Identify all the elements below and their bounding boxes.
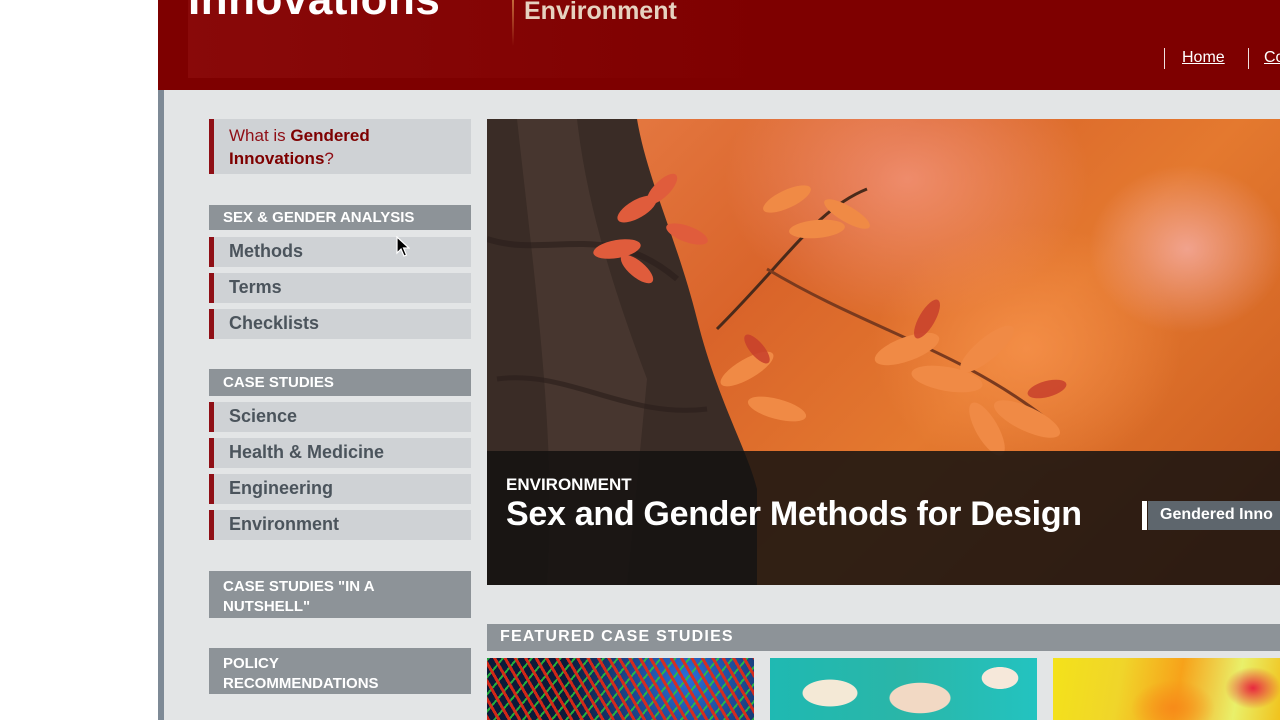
hero-category: ENVIRONMENT bbox=[506, 475, 632, 494]
sidebar-item-label: Health & Medicine bbox=[229, 442, 385, 462]
sidebar-item-terms[interactable]: Terms bbox=[209, 273, 471, 303]
site-header: Innovations Environment Home Co bbox=[158, 0, 1280, 90]
sidebar-item-label: Checklists bbox=[229, 313, 320, 333]
sidebar-item-label: Terms bbox=[229, 277, 282, 297]
hero-caption: ENVIRONMENT Sex and Gender Methods for D… bbox=[487, 451, 1280, 585]
sidebar-link-policy-recommendations[interactable]: POLICY RECOMMENDATIONS bbox=[209, 648, 471, 694]
sidebar-item-science[interactable]: Science bbox=[209, 402, 471, 432]
sidebar-item-health-medicine[interactable]: Health & Medicine bbox=[209, 438, 471, 468]
nav-link-home[interactable]: Home bbox=[1182, 49, 1225, 67]
logo-divider bbox=[512, 0, 514, 46]
intro-text: What is Gendered Innovations? bbox=[229, 124, 471, 170]
nav-separator bbox=[1164, 48, 1165, 69]
sidebar-item-label: Methods bbox=[229, 241, 303, 261]
hero-tag[interactable]: Gendered Inno bbox=[1148, 501, 1280, 530]
intro-prefix: What is bbox=[229, 126, 291, 145]
featured-thumbnail-1[interactable] bbox=[487, 658, 754, 720]
sidebar-item-label: Engineering bbox=[229, 478, 334, 498]
sidebar-item-engineering[interactable]: Engineering bbox=[209, 474, 471, 504]
page-left-rule bbox=[158, 90, 164, 720]
sidebar-item-label: Environment bbox=[229, 514, 340, 534]
section-title: Environment bbox=[524, 0, 677, 25]
sidebar-item-methods[interactable]: Methods bbox=[209, 237, 471, 267]
sidebar-item-label: Science bbox=[229, 406, 298, 426]
featured-case-studies-heading: FEATURED CASE STUDIES bbox=[487, 624, 1280, 651]
sidebar-item-environment[interactable]: Environment bbox=[209, 510, 471, 540]
featured-thumbnail-3[interactable] bbox=[1053, 658, 1280, 720]
what-is-gendered-innovations-link[interactable]: What is Gendered Innovations? bbox=[209, 119, 471, 174]
featured-thumbnail-2[interactable] bbox=[770, 658, 1037, 720]
intro-suffix: ? bbox=[324, 149, 334, 168]
hero-banner[interactable]: ENVIRONMENT Sex and Gender Methods for D… bbox=[487, 119, 1280, 585]
hero-title[interactable]: Sex and Gender Methods for Design bbox=[506, 495, 1082, 534]
sidebar-heading-sex-gender-analysis[interactable]: SEX & GENDER ANALYSIS bbox=[209, 205, 471, 230]
nav-link-contact[interactable]: Co bbox=[1264, 49, 1280, 67]
hero-tag-divider bbox=[1142, 501, 1147, 530]
site-logo[interactable]: Innovations bbox=[188, 0, 440, 22]
sidebar-item-checklists[interactable]: Checklists bbox=[209, 309, 471, 339]
sidebar-heading-case-studies[interactable]: CASE STUDIES bbox=[209, 369, 471, 396]
mouse-cursor-icon bbox=[396, 236, 410, 257]
sidebar-link-case-studies-nutshell[interactable]: CASE STUDIES "IN A NUTSHELL" bbox=[209, 571, 471, 618]
nav-separator bbox=[1248, 48, 1249, 69]
